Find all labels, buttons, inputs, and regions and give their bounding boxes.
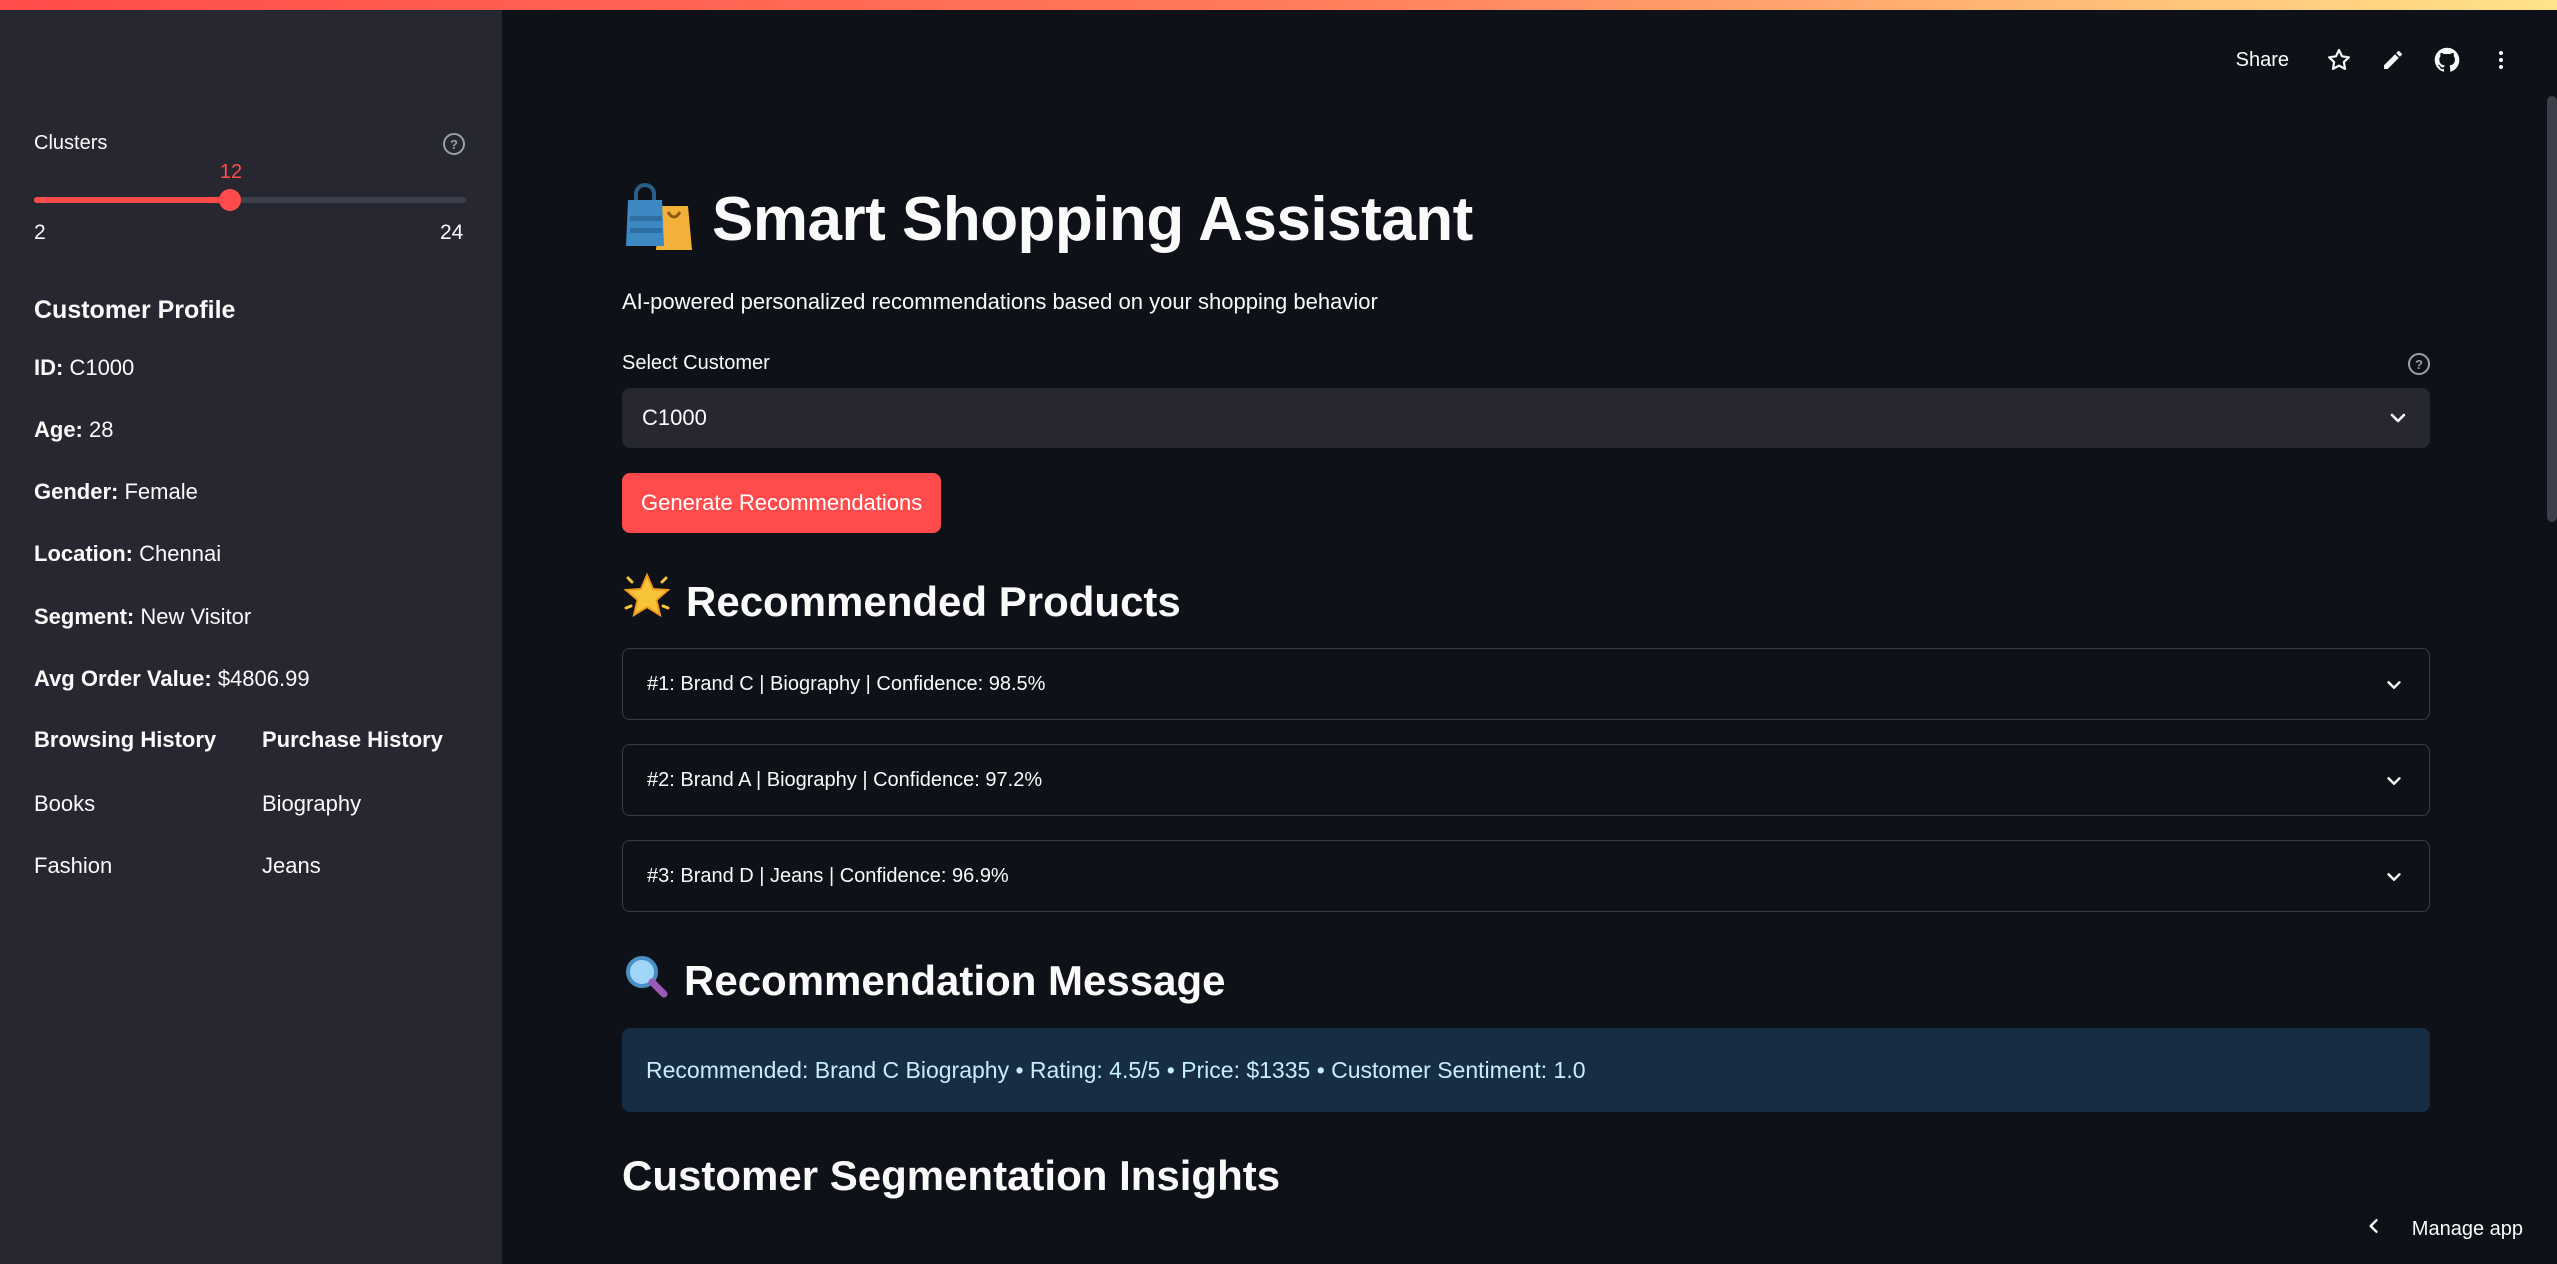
chevron-left-icon — [2364, 1216, 2384, 1242]
profile-row-id: ID: C1000 — [34, 355, 134, 381]
recommendation-expander-2[interactable]: #2: Brand A | Biography | Confidence: 97… — [622, 744, 2430, 816]
generate-recommendations-button[interactable]: Generate Recommendations — [622, 473, 942, 533]
recommendation-expander-1[interactable]: #1: Brand C | Biography | Confidence: 98… — [622, 648, 2430, 720]
clusters-slider-label: Clusters — [34, 132, 108, 154]
profile-key: Gender: — [34, 479, 119, 504]
browsing-item: Fashion — [34, 853, 113, 878]
slider-max-label: 24 — [440, 221, 464, 244]
more-vertical-icon[interactable] — [2485, 44, 2517, 76]
profile-key: Avg Order Value: — [34, 666, 212, 691]
clusters-slider-value: 12 — [219, 161, 243, 183]
profile-value: Chennai — [139, 541, 222, 566]
profile-value: New Visitor — [140, 604, 252, 629]
shopping-bags-icon — [622, 182, 698, 257]
profile-row-avg-order: Avg Order Value: $4806.99 — [34, 666, 310, 692]
question-help-icon[interactable]: ? — [2408, 353, 2430, 375]
recommended-products-heading: Recommended Products — [622, 572, 1181, 632]
recommendation-expander-3[interactable]: #3: Brand D | Jeans | Confidence: 96.9% — [622, 840, 2430, 912]
recommendation-message-title: Recommendation Message — [684, 957, 1226, 1004]
recommendation-label: #1: Brand C | Biography | Confidence: 98… — [647, 672, 1046, 695]
browsing-history-title: Browsing History — [34, 727, 217, 752]
page-title: Smart Shopping Assistant — [712, 185, 1473, 254]
profile-key: Age: — [34, 417, 83, 442]
customer-segmentation-heading: Customer Segmentation Insights — [622, 1152, 1280, 1200]
star-icon[interactable] — [2323, 44, 2355, 76]
header-toolbar: Share — [2236, 44, 2517, 76]
magnifying-glass-icon — [622, 952, 670, 1010]
profile-key: Location: — [34, 541, 133, 566]
customer-select-value: C1000 — [642, 405, 707, 430]
profile-row-age: Age: 28 — [34, 417, 114, 443]
profile-value: C1000 — [69, 355, 135, 380]
profile-key: ID: — [34, 355, 64, 380]
browsing-item: Books — [34, 791, 96, 816]
profile-row-segment: Segment: New Visitor — [34, 604, 251, 630]
slider-min-label: 2 — [34, 221, 46, 244]
page-subtitle: AI-powered personalized recommendations … — [622, 289, 1378, 314]
profile-row-location: Location: Chennai — [34, 541, 221, 567]
share-button[interactable]: Share — [2236, 49, 2289, 72]
customer-profile-title: Customer Profile — [34, 296, 236, 324]
glowing-star-icon — [622, 572, 672, 632]
select-customer-label: Select Customer — [622, 352, 770, 374]
recommended-products-title: Recommended Products — [686, 578, 1181, 625]
main-scrollbar[interactable] — [2547, 96, 2557, 522]
recommendation-label: #2: Brand A | Biography | Confidence: 97… — [647, 768, 1043, 791]
purchase-item: Biography — [262, 791, 362, 816]
profile-value: Female — [124, 479, 198, 504]
chevron-down-icon — [2383, 674, 2405, 702]
title-row: Smart Shopping Assistant — [622, 182, 1473, 257]
pencil-icon[interactable] — [2377, 44, 2409, 76]
github-icon[interactable] — [2431, 44, 2463, 76]
profile-key: Segment: — [34, 604, 135, 629]
clusters-slider[interactable] — [34, 189, 466, 211]
slider-fill — [34, 197, 231, 203]
recommendation-message-box: Recommended: Brand C Biography • Rating:… — [622, 1028, 2430, 1112]
profile-value: 28 — [89, 417, 114, 442]
chevron-down-icon — [2383, 866, 2405, 894]
profile-row-gender: Gender: Female — [34, 479, 198, 505]
question-help-icon[interactable]: ? — [443, 133, 465, 155]
slider-thumb[interactable] — [219, 189, 242, 211]
manage-app-button[interactable]: Manage app — [2364, 1216, 2523, 1242]
customer-select[interactable]: C1000 — [622, 388, 2430, 448]
recommendation-label: #3: Brand D | Jeans | Confidence: 96.9% — [647, 864, 1009, 887]
purchase-item: Jeans — [262, 853, 321, 878]
sidebar: Clusters ? 12 2 24 Customer Profile ID: … — [0, 0, 502, 1264]
top-decoration-bar — [0, 0, 2557, 10]
chevron-down-icon — [2386, 406, 2410, 436]
chevron-down-icon — [2383, 770, 2405, 798]
profile-value: $4806.99 — [217, 666, 310, 691]
purchase-history-title: Purchase History — [262, 727, 443, 752]
customer-segmentation-title: Customer Segmentation Insights — [622, 1152, 1281, 1199]
recommendation-message-heading: Recommendation Message — [622, 952, 1226, 1010]
manage-app-label: Manage app — [2411, 1217, 2523, 1240]
